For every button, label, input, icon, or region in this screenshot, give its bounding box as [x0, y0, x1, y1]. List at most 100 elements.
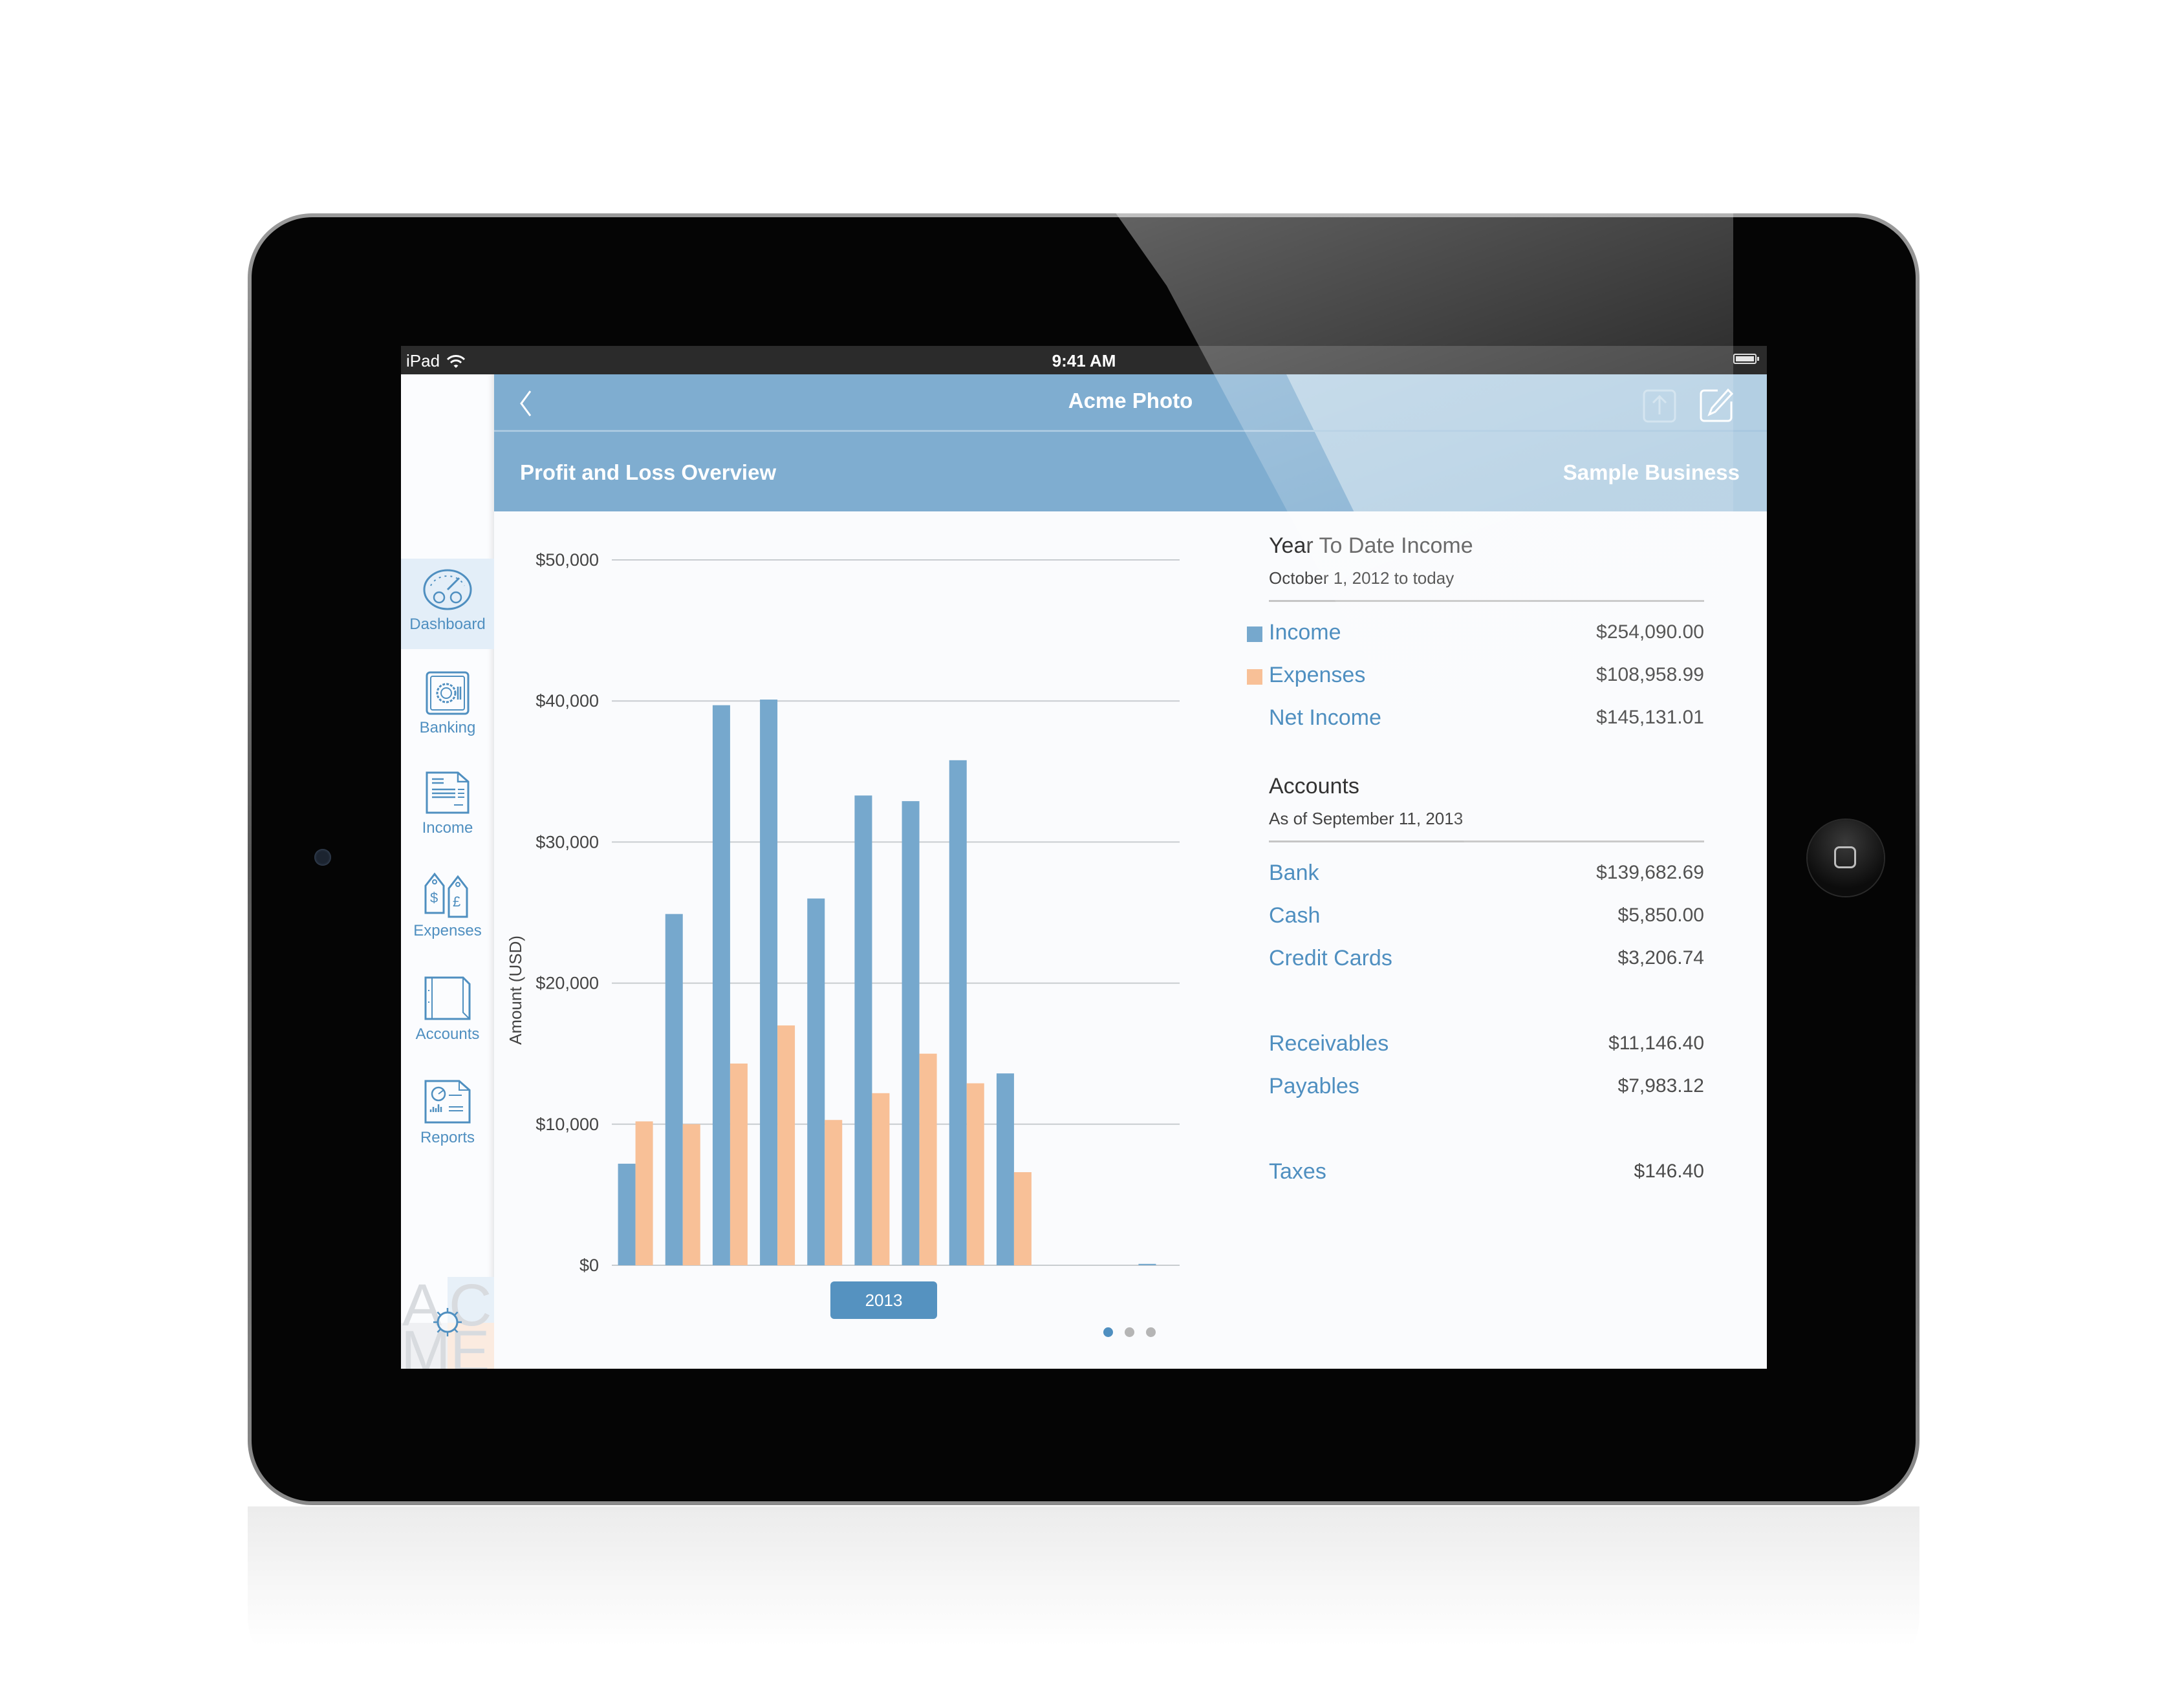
accounts-subtitle: As of September 11, 2013 — [1269, 809, 1464, 828]
sidebar: Dashboard Banking Income $ £ Expenses Acc… — [401, 374, 494, 1369]
ytd-row-expenses[interactable]: Expenses $108,958.99 — [1247, 663, 1704, 695]
business-name[interactable]: Sample Business — [1563, 460, 1740, 485]
sidebar-item-dashboard[interactable]: Dashboard — [401, 559, 494, 649]
bar-expenses — [872, 1093, 890, 1265]
row-value: $139,682.69 — [1596, 862, 1704, 883]
row-label: Credit Cards — [1269, 946, 1392, 970]
bar-expenses — [966, 1083, 984, 1265]
page-dot[interactable] — [1125, 1327, 1134, 1337]
invoice-icon — [426, 771, 470, 814]
status-time: 9:41 AM — [1052, 351, 1116, 370]
account-row-taxes[interactable]: Taxes $146.40 — [1269, 1159, 1704, 1192]
bar-expenses — [919, 1053, 937, 1265]
accounts-divider — [1269, 840, 1704, 842]
y-tick-label: $30,000 — [535, 832, 599, 851]
row-value: $145,131.01 — [1596, 707, 1704, 728]
sidebar-item-banking[interactable]: Banking — [401, 662, 494, 753]
row-value: $3,206.74 — [1617, 947, 1704, 969]
ledger-book-icon — [424, 976, 471, 1020]
sidebar-item-reports[interactable]: Reports — [401, 1069, 494, 1160]
sidebar-item-expenses[interactable]: $ £ Expenses — [401, 862, 494, 953]
row-value: $7,983.12 — [1617, 1075, 1704, 1097]
row-value: $254,090.00 — [1596, 621, 1704, 643]
sidebar-item-income[interactable]: Income — [401, 762, 494, 853]
row-label: Net Income — [1269, 705, 1381, 730]
bar-expenses — [777, 1025, 795, 1265]
row-label: Receivables — [1269, 1031, 1389, 1056]
bar-chart: $0 $10,000 $20,000 $30,000 $40,000 $50,000 Amo… — [506, 550, 1180, 1275]
y-tick-label: $50,000 — [535, 550, 599, 570]
bar-expenses — [825, 1120, 843, 1265]
account-row-bank[interactable]: Bank $139,682.69 — [1269, 861, 1704, 893]
bar-income — [996, 1073, 1014, 1265]
row-label: Cash — [1269, 903, 1321, 928]
app-screen: iPad 9:41 AM Acme Photo Profit and Loss … — [401, 346, 1767, 1369]
bar-income — [949, 760, 967, 1265]
ytd-row-net-income[interactable]: Net Income $145,131.01 — [1269, 705, 1704, 738]
y-tick-label: $10,000 — [535, 1115, 599, 1134]
safe-icon — [426, 671, 470, 715]
page-dot[interactable] — [1103, 1327, 1113, 1337]
year-button[interactable]: 2013 — [830, 1281, 937, 1319]
bar-expenses — [635, 1121, 653, 1265]
expenses-swatch — [1247, 669, 1262, 685]
bar-income — [807, 898, 825, 1265]
ytd-divider — [1269, 600, 1704, 602]
share-icon[interactable] — [1642, 389, 1677, 423]
account-row-receivables[interactable]: Receivables $11,146.40 — [1269, 1031, 1704, 1064]
svg-text:£: £ — [453, 894, 460, 910]
income-swatch — [1247, 626, 1262, 642]
ytd-row-income[interactable]: Income $254,090.00 — [1247, 620, 1704, 652]
home-button[interactable] — [1808, 820, 1884, 896]
sidebar-item-label: Accounts — [415, 1025, 480, 1043]
sidebar-item-label: Income — [422, 819, 473, 837]
row-label: Payables — [1269, 1074, 1359, 1098]
page-indicator[interactable] — [1103, 1327, 1156, 1337]
bar-income — [902, 801, 920, 1265]
bar-income — [1138, 1263, 1156, 1265]
bar-income — [760, 700, 778, 1265]
gauge-icon — [423, 569, 472, 610]
battery-icon — [1733, 354, 1759, 364]
sidebar-item-label: Reports — [420, 1129, 475, 1146]
nav-header: Acme Photo Profit and Loss Overview Samp… — [494, 374, 1767, 511]
header-divider — [494, 430, 1767, 432]
bar-income — [712, 705, 730, 1265]
y-tick-label: $40,000 — [535, 691, 599, 711]
ytd-title: Year To Date Income — [1269, 533, 1473, 558]
account-row-cash[interactable]: Cash $5,850.00 — [1269, 903, 1704, 936]
app-title: Acme Photo — [1068, 389, 1193, 412]
row-value: $11,146.40 — [1608, 1033, 1704, 1054]
page-title: Profit and Loss Overview — [520, 460, 777, 484]
row-label: Bank — [1269, 861, 1319, 885]
row-label: Income — [1269, 620, 1341, 645]
bar-income — [665, 914, 683, 1265]
page-dot[interactable] — [1146, 1327, 1156, 1337]
row-value: $5,850.00 — [1617, 905, 1704, 926]
y-tick-label: $20,000 — [535, 974, 599, 993]
compose-icon[interactable] — [1698, 387, 1735, 423]
bar-income — [618, 1163, 636, 1265]
report-icon — [424, 1080, 471, 1124]
bar-expenses — [730, 1063, 748, 1265]
bar-expenses — [682, 1124, 700, 1265]
account-row-payables[interactable]: Payables $7,983.12 — [1269, 1074, 1704, 1106]
status-bar: iPad 9:41 AM — [401, 346, 1767, 374]
account-row-credit-cards[interactable]: Credit Cards $3,206.74 — [1269, 946, 1704, 978]
row-label: Taxes — [1269, 1159, 1326, 1184]
profit-loss-chart: $0 $10,000 $20,000 $30,000 $40,000 $50,000 Amo… — [494, 511, 1251, 1369]
acme-logo: A C M E — [401, 1276, 494, 1369]
y-axis-label: Amount (USD) — [506, 936, 525, 1045]
gear-icon[interactable] — [431, 1305, 464, 1339]
home-square-icon — [1834, 846, 1856, 868]
y-tick-label: $0 — [579, 1256, 599, 1275]
sidebar-item-accounts[interactable]: Accounts — [401, 966, 494, 1056]
sidebar-item-label: Expenses — [413, 922, 482, 939]
svg-text:$: $ — [430, 890, 438, 906]
price-tags-icon: $ £ — [424, 872, 468, 918]
ytd-subtitle: October 1, 2012 to today — [1269, 568, 1454, 588]
bar-expenses — [1013, 1172, 1032, 1265]
sidebar-item-label: Dashboard — [409, 616, 486, 633]
accounts-title: Accounts — [1269, 774, 1359, 798]
bar-income — [854, 795, 872, 1265]
